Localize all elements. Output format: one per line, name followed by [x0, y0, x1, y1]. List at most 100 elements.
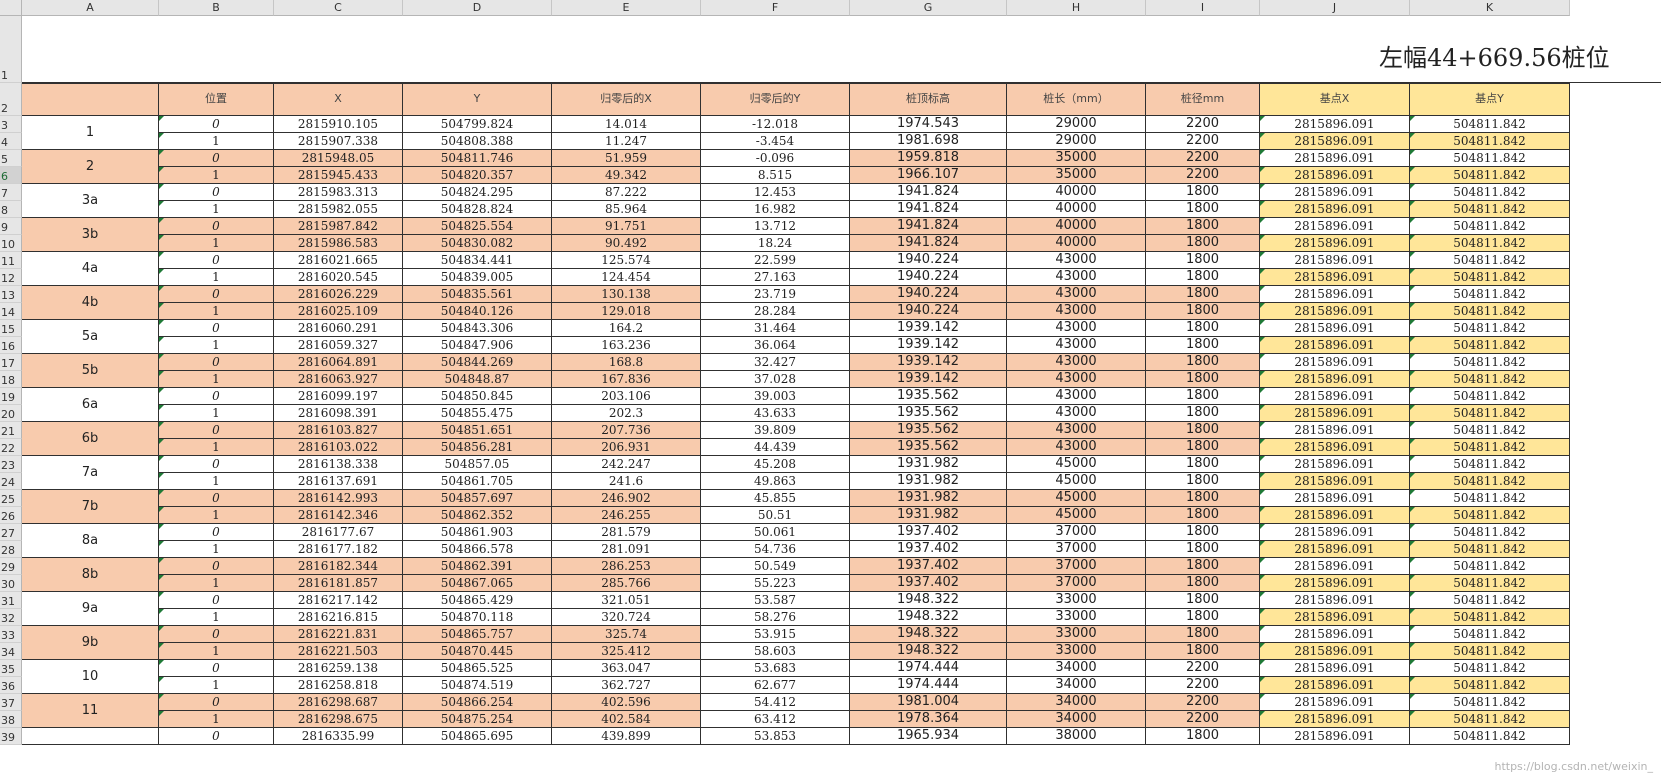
data-cell-K[interactable]: 504811.842	[1410, 150, 1570, 167]
data-cell-J[interactable]: 2815896.091	[1260, 439, 1410, 456]
data-cell-F[interactable]: 39.809	[701, 422, 850, 439]
data-cell-E[interactable]: 207.736	[552, 422, 701, 439]
data-cell-K[interactable]: 504811.842	[1410, 405, 1570, 422]
data-cell-G[interactable]: 1939.142	[850, 371, 1007, 388]
data-cell-E[interactable]: 246.902	[552, 490, 701, 507]
data-cell-B[interactable]: 1	[159, 133, 274, 150]
data-cell-D[interactable]: 504808.388	[403, 133, 552, 150]
data-cell-E[interactable]: 167.836	[552, 371, 701, 388]
data-cell-J[interactable]: 2815896.091	[1260, 388, 1410, 405]
data-cell-J[interactable]: 2815896.091	[1260, 524, 1410, 541]
data-cell-B[interactable]: 1	[159, 575, 274, 592]
data-cell-D[interactable]: 504843.306	[403, 320, 552, 337]
data-cell-K[interactable]: 504811.842	[1410, 252, 1570, 269]
data-cell-J[interactable]: 2815896.091	[1260, 660, 1410, 677]
data-cell-C[interactable]: 2816064.891	[274, 354, 403, 371]
data-cell-F[interactable]: 63.412	[701, 711, 850, 728]
data-cell-G[interactable]: 1939.142	[850, 320, 1007, 337]
data-cell-C[interactable]: 2816059.327	[274, 337, 403, 354]
data-cell-G[interactable]: 1981.698	[850, 133, 1007, 150]
row-header-34[interactable]: 34	[0, 643, 22, 660]
data-cell-E[interactable]: 286.253	[552, 558, 701, 575]
data-cell-B[interactable]: 1	[159, 371, 274, 388]
data-cell-K[interactable]: 504811.842	[1410, 439, 1570, 456]
data-cell-E[interactable]: 246.255	[552, 507, 701, 524]
data-cell-H[interactable]: 43000	[1007, 354, 1146, 371]
data-cell-B[interactable]: 0	[159, 558, 274, 575]
row-header-6[interactable]: 6	[0, 167, 22, 184]
data-cell-G[interactable]: 1935.562	[850, 405, 1007, 422]
row-header-14[interactable]: 14	[0, 303, 22, 320]
data-cell-D[interactable]: 504811.746	[403, 150, 552, 167]
data-cell-C[interactable]: 2816138.338	[274, 456, 403, 473]
data-cell-D[interactable]: 504875.254	[403, 711, 552, 728]
data-cell-E[interactable]: 320.724	[552, 609, 701, 626]
data-cell-H[interactable]: 43000	[1007, 422, 1146, 439]
data-cell-F[interactable]: 16.982	[701, 201, 850, 218]
data-cell-D[interactable]: 504857.05	[403, 456, 552, 473]
data-cell-B[interactable]: 0	[159, 626, 274, 643]
data-cell-J[interactable]: 2815896.091	[1260, 218, 1410, 235]
data-cell-C[interactable]: 2816298.675	[274, 711, 403, 728]
data-cell-I[interactable]: 1800	[1146, 405, 1260, 422]
data-cell-E[interactable]: 242.247	[552, 456, 701, 473]
pile-label-cell[interactable]: 3a	[22, 184, 159, 218]
data-cell-H[interactable]: 33000	[1007, 626, 1146, 643]
data-cell-K[interactable]: 504811.842	[1410, 337, 1570, 354]
data-cell-B[interactable]: 0	[159, 592, 274, 609]
pile-label-cell[interactable]: 4b	[22, 286, 159, 320]
data-cell-G[interactable]: 1974.543	[850, 116, 1007, 133]
row-header-9[interactable]: 9	[0, 218, 22, 235]
data-cell-D[interactable]: 504850.845	[403, 388, 552, 405]
data-cell-I[interactable]: 1800	[1146, 252, 1260, 269]
data-cell-B[interactable]: 1	[159, 167, 274, 184]
data-cell-F[interactable]: -12.018	[701, 116, 850, 133]
data-cell-B[interactable]: 1	[159, 711, 274, 728]
data-cell-G[interactable]: 1937.402	[850, 558, 1007, 575]
data-cell-F[interactable]: 50.51	[701, 507, 850, 524]
data-cell-H[interactable]: 43000	[1007, 252, 1146, 269]
header-cell-F[interactable]: 归零后的Y	[701, 83, 850, 116]
data-cell-I[interactable]: 1800	[1146, 592, 1260, 609]
data-cell-C[interactable]: 2816103.827	[274, 422, 403, 439]
data-cell-E[interactable]: 203.106	[552, 388, 701, 405]
data-cell-B[interactable]: 1	[159, 235, 274, 252]
data-cell-G[interactable]: 1935.562	[850, 439, 1007, 456]
data-cell-I[interactable]: 1800	[1146, 201, 1260, 218]
data-cell-F[interactable]: 50.061	[701, 524, 850, 541]
data-cell-G[interactable]: 1935.562	[850, 422, 1007, 439]
data-cell-H[interactable]: 43000	[1007, 371, 1146, 388]
data-cell-C[interactable]: 2816021.665	[274, 252, 403, 269]
row-header-29[interactable]: 29	[0, 558, 22, 575]
data-cell-G[interactable]: 1974.444	[850, 677, 1007, 694]
data-cell-I[interactable]: 1800	[1146, 218, 1260, 235]
data-cell-G[interactable]: 1937.402	[850, 575, 1007, 592]
data-cell-C[interactable]: 2816221.503	[274, 643, 403, 660]
pile-label-cell[interactable]: 7b	[22, 490, 159, 524]
data-cell-D[interactable]: 504861.903	[403, 524, 552, 541]
data-cell-F[interactable]: 62.677	[701, 677, 850, 694]
data-cell-K[interactable]: 504811.842	[1410, 286, 1570, 303]
data-cell-F[interactable]: 22.599	[701, 252, 850, 269]
data-cell-B[interactable]: 1	[159, 643, 274, 660]
data-cell-G[interactable]: 1948.322	[850, 643, 1007, 660]
data-cell-J[interactable]: 2815896.091	[1260, 541, 1410, 558]
pile-label-cell[interactable]: 4a	[22, 252, 159, 286]
data-cell-C[interactable]: 2815907.338	[274, 133, 403, 150]
data-cell-K[interactable]: 504811.842	[1410, 201, 1570, 218]
row-header-27[interactable]: 27	[0, 524, 22, 541]
row-header-26[interactable]: 26	[0, 507, 22, 524]
data-cell-J[interactable]: 2815896.091	[1260, 609, 1410, 626]
data-cell-G[interactable]: 1941.824	[850, 218, 1007, 235]
data-cell-B[interactable]: 0	[159, 660, 274, 677]
data-cell-F[interactable]: 39.003	[701, 388, 850, 405]
data-cell-J[interactable]: 2815896.091	[1260, 592, 1410, 609]
row-header-11[interactable]: 11	[0, 252, 22, 269]
data-cell-J[interactable]: 2815896.091	[1260, 694, 1410, 711]
data-cell-H[interactable]: 43000	[1007, 405, 1146, 422]
data-cell-H[interactable]: 40000	[1007, 184, 1146, 201]
data-cell-D[interactable]: 504865.757	[403, 626, 552, 643]
data-cell-G[interactable]: 1965.934	[850, 728, 1007, 745]
data-cell-I[interactable]: 1800	[1146, 235, 1260, 252]
data-cell-I[interactable]: 1800	[1146, 354, 1260, 371]
